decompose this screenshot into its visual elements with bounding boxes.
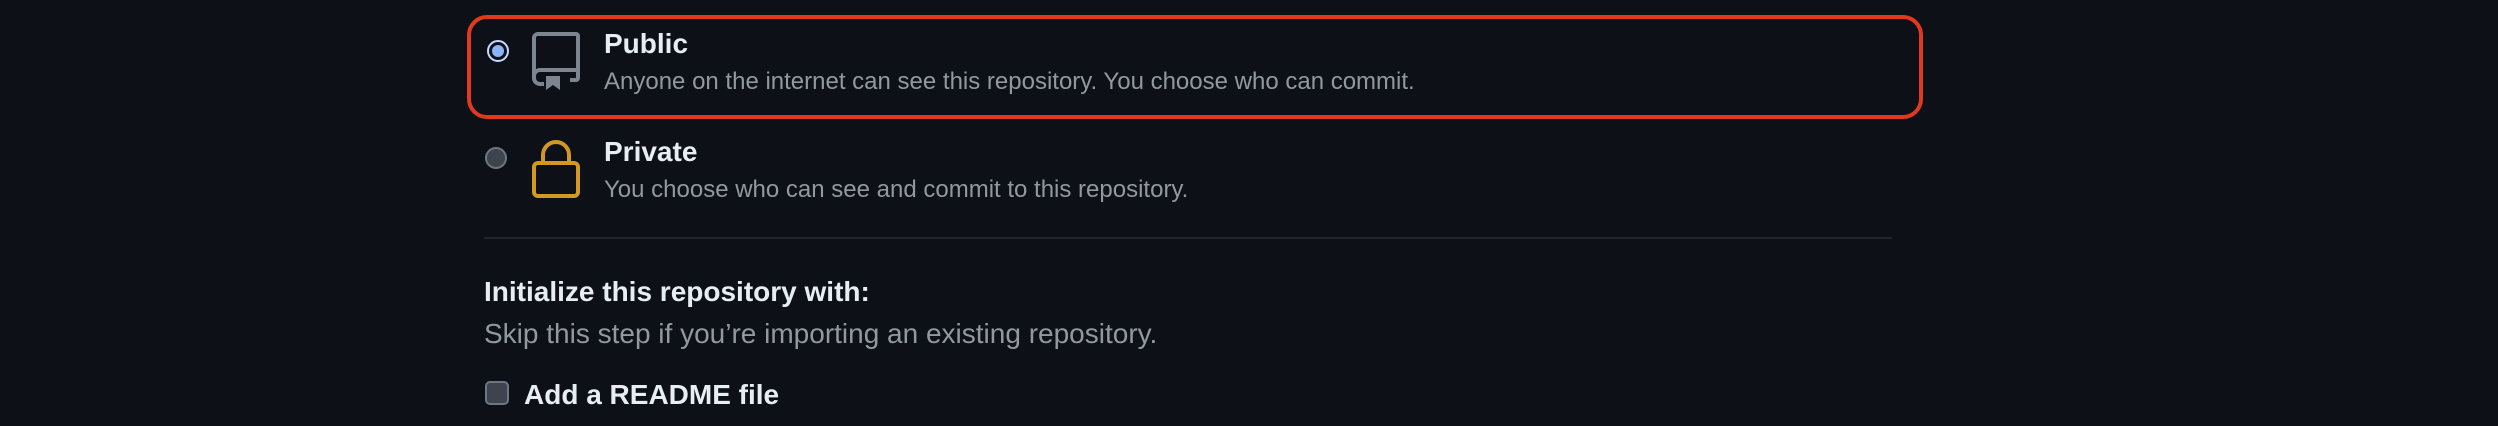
readme-checkbox[interactable] <box>485 381 509 405</box>
public-description: Anyone on the internet can see this repo… <box>604 68 1415 95</box>
lock-icon <box>530 138 582 205</box>
repo-book-icon <box>530 30 582 97</box>
initialize-heading: Initialize this repository with: <box>484 276 870 307</box>
initialize-subtitle: Skip this step if you’re importing an ex… <box>484 318 1158 349</box>
readme-description-cutoff <box>524 418 1284 426</box>
private-description: You choose who can see and commit to thi… <box>604 176 1189 203</box>
readme-label[interactable]: Add a README file <box>524 379 779 411</box>
private-radio[interactable] <box>485 147 507 169</box>
section-divider <box>484 237 1892 239</box>
public-title: Public <box>604 28 689 59</box>
private-title: Private <box>604 136 698 167</box>
public-radio[interactable] <box>487 40 509 62</box>
create-repository-page: Public Anyone on the internet can see th… <box>0 0 2498 426</box>
